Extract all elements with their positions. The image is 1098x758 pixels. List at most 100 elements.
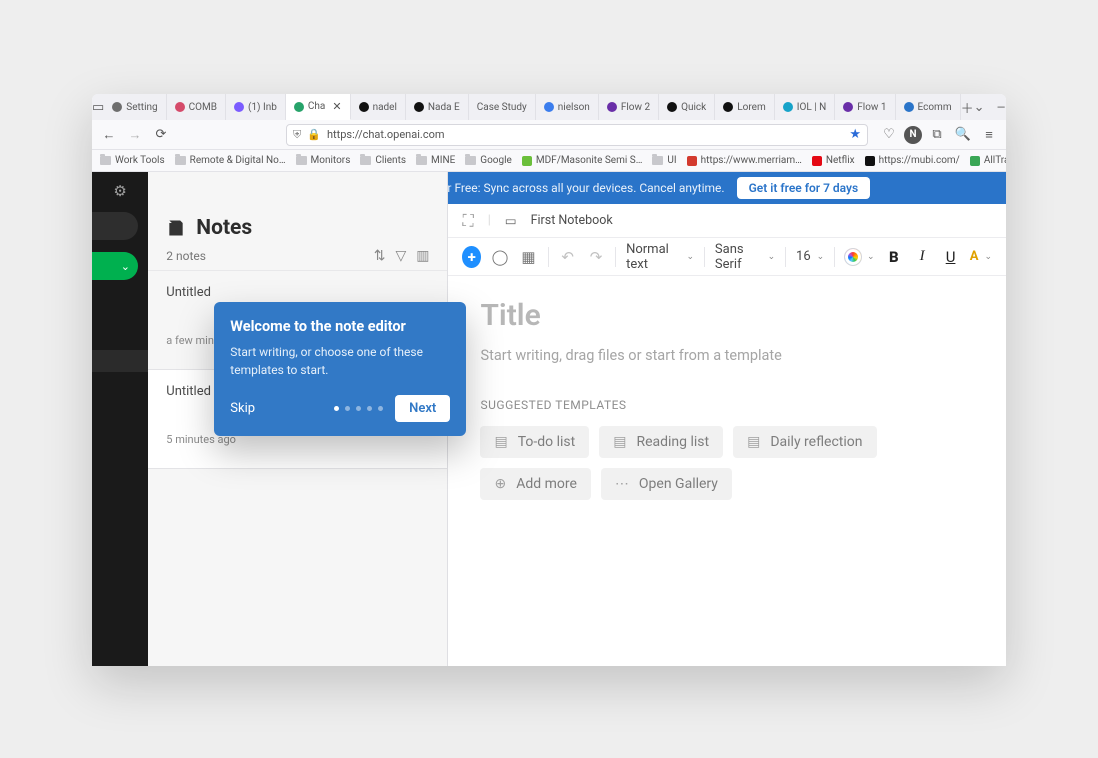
app-content: 🎁 Try Evernote Personal for Free: Sync a… — [92, 172, 1006, 666]
save-pocket-icon[interactable]: ♡ — [878, 124, 900, 146]
search-icon[interactable]: 🔍 — [952, 124, 974, 146]
close-tab-icon[interactable]: ✕ — [332, 100, 341, 113]
notebook-icon: ▭ — [505, 213, 517, 229]
tab-favicon — [783, 102, 793, 112]
tab-strip: ▭ Setting COMB (1) Inb Cha ✕ nadel Nada E Case … — [92, 94, 1006, 120]
folder-icon — [416, 156, 427, 165]
bookmark-item[interactable]: Clients — [360, 155, 406, 166]
task-icon[interactable]: ◯ — [491, 246, 509, 268]
minimize-button[interactable]: — — [985, 94, 1006, 120]
view-toggle-icon[interactable]: ▥ — [416, 248, 429, 264]
browser-tab[interactable]: COMB — [167, 94, 226, 120]
folder-icon — [360, 156, 371, 165]
bookmark-star-icon[interactable]: ★ — [849, 127, 861, 142]
account-icon[interactable]: N — [904, 126, 922, 144]
tab-favicon — [294, 102, 304, 112]
highlight-button[interactable]: A⌄ — [970, 249, 992, 264]
tab-label: Setting — [126, 102, 157, 113]
sort-icon[interactable]: ⇅ — [374, 248, 386, 264]
text-color-button[interactable]: ⌄ — [845, 249, 875, 265]
tab-label: Quick — [681, 102, 706, 113]
bookmark-item[interactable]: Work Tools — [100, 155, 165, 166]
rail-search-button[interactable] — [92, 212, 138, 240]
skip-button[interactable]: Skip — [230, 401, 255, 416]
insert-button[interactable]: + — [462, 246, 480, 268]
tab-label: Cha — [308, 101, 325, 112]
document-area[interactable]: Title Start writing, drag files or start… — [448, 276, 1006, 522]
template-label: Open Gallery — [639, 476, 718, 492]
tab-favicon — [843, 102, 853, 112]
recent-tabs-icon[interactable]: ▭ — [92, 94, 104, 120]
bookmark-item[interactable]: Google — [465, 155, 512, 166]
browser-tab[interactable]: Nada E — [406, 94, 469, 120]
new-tab-button[interactable]: ＋ — [961, 94, 974, 120]
bookmark-item[interactable]: https://mubi.com/ — [865, 155, 960, 166]
text-style-select[interactable]: Normal text⌄ — [626, 242, 694, 272]
favicon-icon — [812, 156, 822, 166]
forward-button[interactable]: → — [124, 124, 146, 146]
next-button[interactable]: Next — [395, 395, 450, 422]
template-button[interactable]: ▤To-do list — [480, 426, 589, 458]
template-button[interactable]: ▤Daily reflection — [733, 426, 876, 458]
font-select[interactable]: Sans Serif⌄ — [715, 242, 775, 272]
browser-tab[interactable]: Cha ✕ — [286, 94, 351, 120]
browser-tab[interactable]: nielson — [536, 94, 599, 120]
template-button[interactable]: ⋯Open Gallery — [601, 468, 732, 500]
browser-tab[interactable]: Case Study — [469, 94, 536, 120]
browser-tab[interactable]: (1) Inb — [226, 94, 286, 120]
undo-button[interactable]: ↶ — [558, 246, 576, 268]
reload-button[interactable]: ⟳ — [150, 124, 172, 146]
browser-tab[interactable]: Flow 2 — [599, 94, 659, 120]
bookmark-label: Work Tools — [115, 155, 165, 166]
browser-tab[interactable]: Flow 1 — [835, 94, 895, 120]
editor-panel: ⛶ | ▭ First Notebook + ◯ ▦ ↶ ↷ Normal te… — [448, 172, 1006, 666]
bookmark-item[interactable]: MINE — [416, 155, 455, 166]
bookmark-item[interactable]: Remote & Digital No… — [175, 155, 286, 166]
bookmark-item[interactable]: MDF/Masonite Semi S… — [522, 155, 643, 166]
browser-tab[interactable]: Lorem — [715, 94, 774, 120]
tab-label: (1) Inb — [248, 102, 277, 113]
template-button[interactable]: ▤Reading list — [599, 426, 723, 458]
bookmark-label: MDF/Masonite Semi S… — [536, 155, 643, 166]
browser-tab[interactable]: Setting — [104, 94, 166, 120]
rail-item[interactable] — [92, 350, 148, 372]
notes-panel: Notes 2 notes ⇅ ▽ ▥ Untitled a few minut… — [148, 172, 448, 666]
bold-button[interactable]: B — [885, 246, 903, 268]
folder-icon — [652, 156, 663, 165]
notebook-name[interactable]: First Notebook — [531, 213, 613, 228]
tab-favicon — [607, 102, 617, 112]
font-size-select[interactable]: 16⌄ — [796, 249, 824, 264]
body-placeholder[interactable]: Start writing, drag files or start from … — [480, 347, 974, 364]
expand-icon[interactable]: ⛶ — [462, 211, 473, 231]
tab-label: IOL | N — [797, 102, 827, 113]
redo-button[interactable]: ↷ — [587, 246, 605, 268]
bookmark-item[interactable]: AllTrails map legend – … — [970, 155, 1006, 166]
browser-tab[interactable]: Ecomm — [896, 94, 961, 120]
extensions-icon[interactable]: ⧉ — [926, 124, 948, 146]
app-menu-button[interactable]: ≡ — [978, 124, 1000, 146]
italic-button[interactable]: I — [913, 246, 931, 268]
template-button[interactable]: ⊕Add more — [480, 468, 590, 500]
new-note-button[interactable]: ⌄ — [92, 252, 138, 280]
tab-label: Ecomm — [918, 102, 952, 113]
tabs-overflow-button[interactable]: ⌄ — [974, 94, 985, 120]
bookmark-item[interactable]: Netflix — [812, 155, 855, 166]
filter-icon[interactable]: ▽ — [395, 248, 406, 264]
promo-cta-button[interactable]: Get it free for 7 days — [737, 177, 871, 199]
calendar-icon[interactable]: ▦ — [519, 246, 537, 268]
bookmark-item[interactable]: https://www.merriam… — [687, 155, 802, 166]
bookmark-item[interactable]: Monitors — [296, 155, 351, 166]
bookmark-item[interactable]: UI — [652, 155, 676, 166]
tab-label: Nada E — [428, 102, 460, 113]
settings-gear-icon[interactable]: ⚙ — [92, 172, 148, 200]
url-box[interactable]: ⛨ 🔒 https://chat.openai.com ★ — [286, 124, 868, 146]
back-button[interactable]: ← — [98, 124, 120, 146]
underline-button[interactable]: U — [941, 246, 959, 268]
title-placeholder[interactable]: Title — [480, 298, 974, 333]
browser-tab[interactable]: Quick — [659, 94, 715, 120]
tab-favicon — [667, 102, 677, 112]
browser-tab[interactable]: nadel — [351, 94, 406, 120]
browser-tab[interactable]: IOL | N — [775, 94, 836, 120]
notes-icon — [166, 218, 186, 238]
note-count: 2 notes — [166, 249, 206, 263]
